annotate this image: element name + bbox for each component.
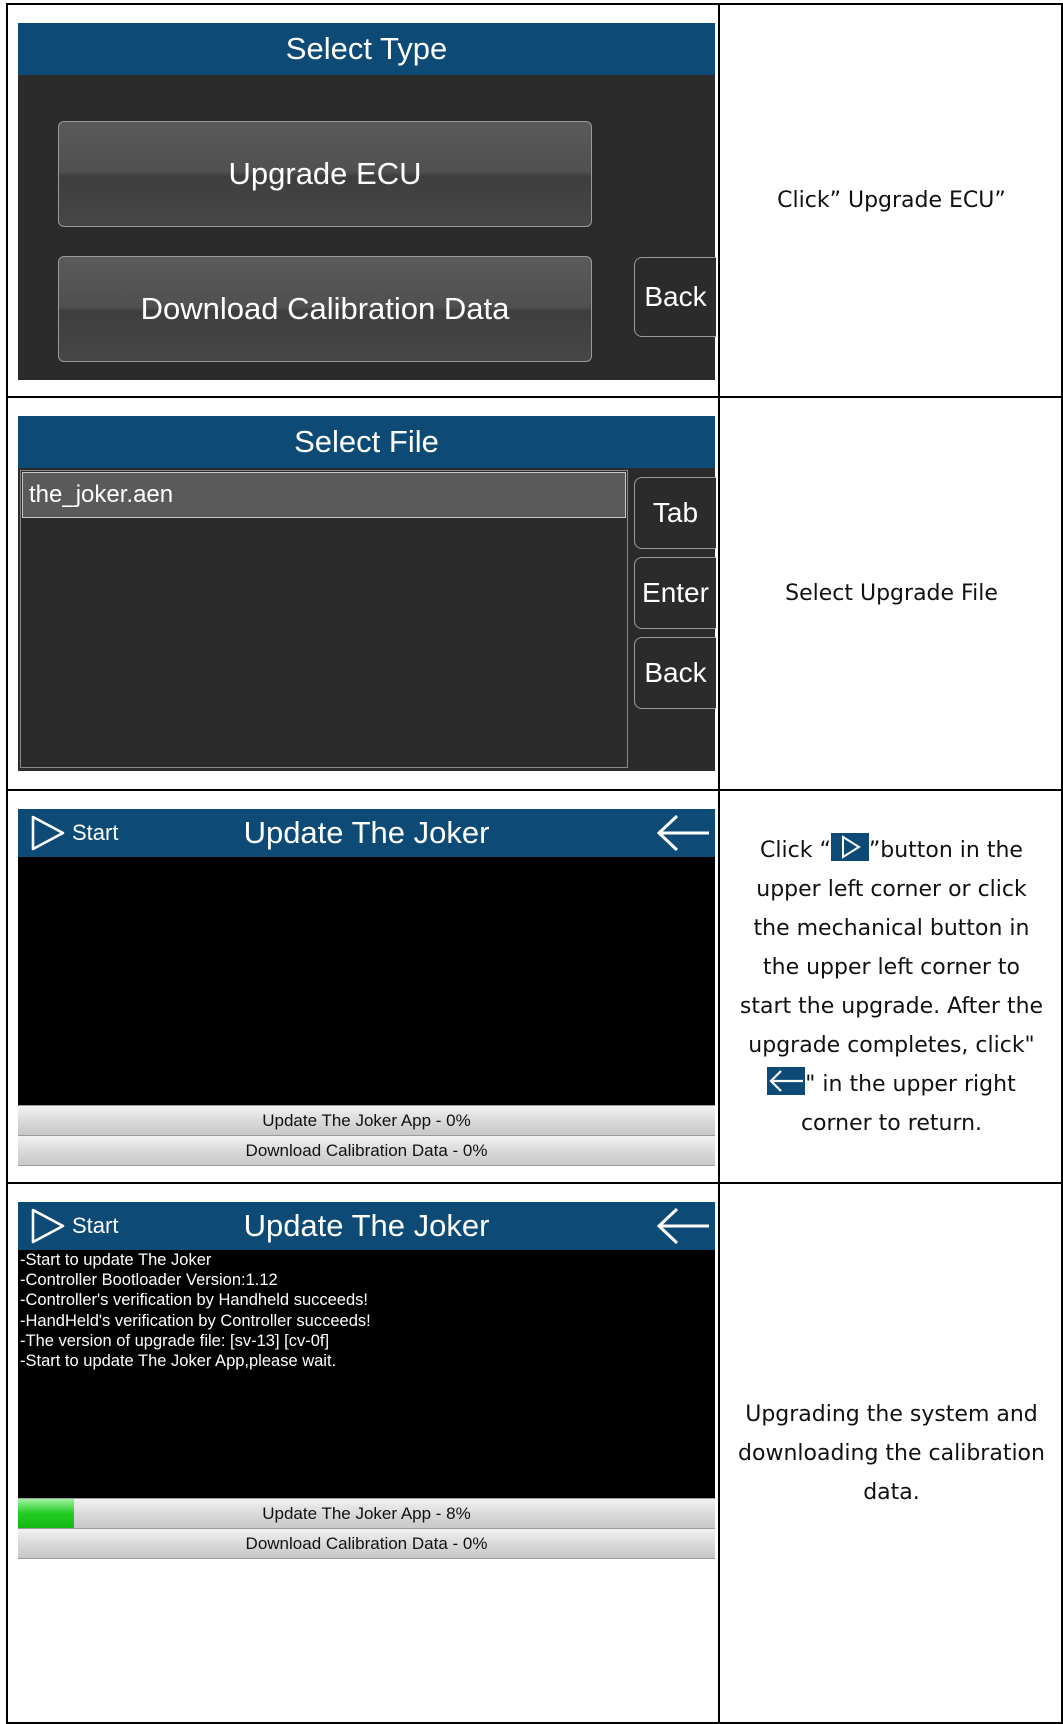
start-label: Start (72, 820, 119, 845)
file-list[interactable]: the_joker.aen (20, 470, 628, 768)
play-triangle-icon (830, 832, 869, 861)
play-triangle-icon (31, 815, 65, 851)
log-line: -Controller Bootloader Version:1.12 (20, 1271, 278, 1290)
instruction-part: " in the upper right corner to return. (800, 1071, 1016, 1136)
instruction-text: Click” Upgrade ECU” (777, 188, 1006, 213)
table-row: Update The Joker Start Update The Joker … (6, 789, 1063, 1182)
app-progress-bar: Update The Joker App - 8% (18, 1498, 715, 1529)
upgrade-ecu-button[interactable]: Upgrade ECU (58, 121, 592, 227)
back-arrow-icon[interactable] (655, 813, 711, 853)
progress-label: Download Calibration Data - 0% (245, 1533, 488, 1553)
instruction-text: Select Upgrade File (785, 581, 998, 606)
log-line: -HandHeld's verification by Controller s… (20, 1311, 371, 1330)
table-row: Update The Joker Start -Start to update … (6, 1182, 1063, 1724)
start-button[interactable]: Start (30, 1202, 118, 1250)
progress-fill (18, 1499, 74, 1528)
instruction-text: Upgrading the system and downloading the… (738, 1401, 1045, 1505)
table-row: Select Type Upgrade ECU Download Calibra… (6, 3, 1063, 396)
screen-cell: Update The Joker Start -Start to update … (8, 1184, 720, 1722)
progress-label: Update The Joker App - 8% (262, 1503, 471, 1523)
app-progress-bar: Update The Joker App - 0% (18, 1105, 715, 1136)
calibration-progress-bar: Download Calibration Data - 0% (18, 1135, 715, 1166)
tab-button[interactable]: Tab (634, 477, 716, 549)
update-progress-screen: Update The Joker Start -Start to update … (18, 1202, 715, 1559)
update-log: -Start to update The Joker -Controller B… (20, 1250, 710, 1371)
select-file-screen: Select File the_joker.aen Tab Enter Back (18, 416, 716, 771)
back-button[interactable]: Back (634, 257, 716, 337)
start-label: Start (72, 1213, 119, 1238)
screen-title: Update The Joker (18, 809, 715, 857)
start-button[interactable]: Start (30, 809, 118, 857)
instruction-table: Select Type Upgrade ECU Download Calibra… (0, 0, 1063, 1724)
back-arrow-icon[interactable] (655, 1206, 711, 1246)
log-line: -Controller's verification by Handheld s… (20, 1291, 368, 1310)
screen-cell: Update The Joker Start Update The Joker … (8, 791, 720, 1182)
calibration-progress-bar: Download Calibration Data - 0% (18, 1528, 715, 1559)
enter-button[interactable]: Enter (634, 557, 716, 629)
log-line: -Start to update The Joker (20, 1251, 212, 1269)
instruction-part: Click “ (760, 837, 831, 863)
table-row: Select File the_joker.aen Tab Enter Back… (6, 396, 1063, 789)
screen-cell: Select File the_joker.aen Tab Enter Back (8, 398, 720, 789)
select-type-screen: Select Type Upgrade ECU Download Calibra… (18, 23, 716, 380)
update-screen: Update The Joker Start Update The Joker … (18, 809, 715, 1166)
progress-label: Download Calibration Data - 0% (245, 1140, 488, 1160)
progress-label: Update The Joker App - 0% (262, 1110, 471, 1130)
back-arrow-icon (767, 1066, 806, 1095)
play-triangle-icon (31, 1208, 65, 1244)
download-calibration-button[interactable]: Download Calibration Data (58, 256, 592, 362)
screen-title: Update The Joker (18, 1202, 715, 1250)
back-button[interactable]: Back (634, 637, 716, 709)
log-line: -Start to update The Joker App,please wa… (20, 1352, 337, 1371)
instruction-part: ”button in the upper left corner or clic… (739, 837, 1044, 1058)
screen-title: Select File (18, 416, 715, 468)
file-item[interactable]: the_joker.aen (22, 472, 626, 518)
screen-title: Select Type (18, 23, 715, 75)
instruction-text: Click “”button in the upper left corner … (722, 791, 1061, 1182)
log-line: -The version of upgrade file: [sv-13] [c… (20, 1331, 330, 1350)
screen-cell: Select Type Upgrade ECU Download Calibra… (8, 5, 720, 396)
